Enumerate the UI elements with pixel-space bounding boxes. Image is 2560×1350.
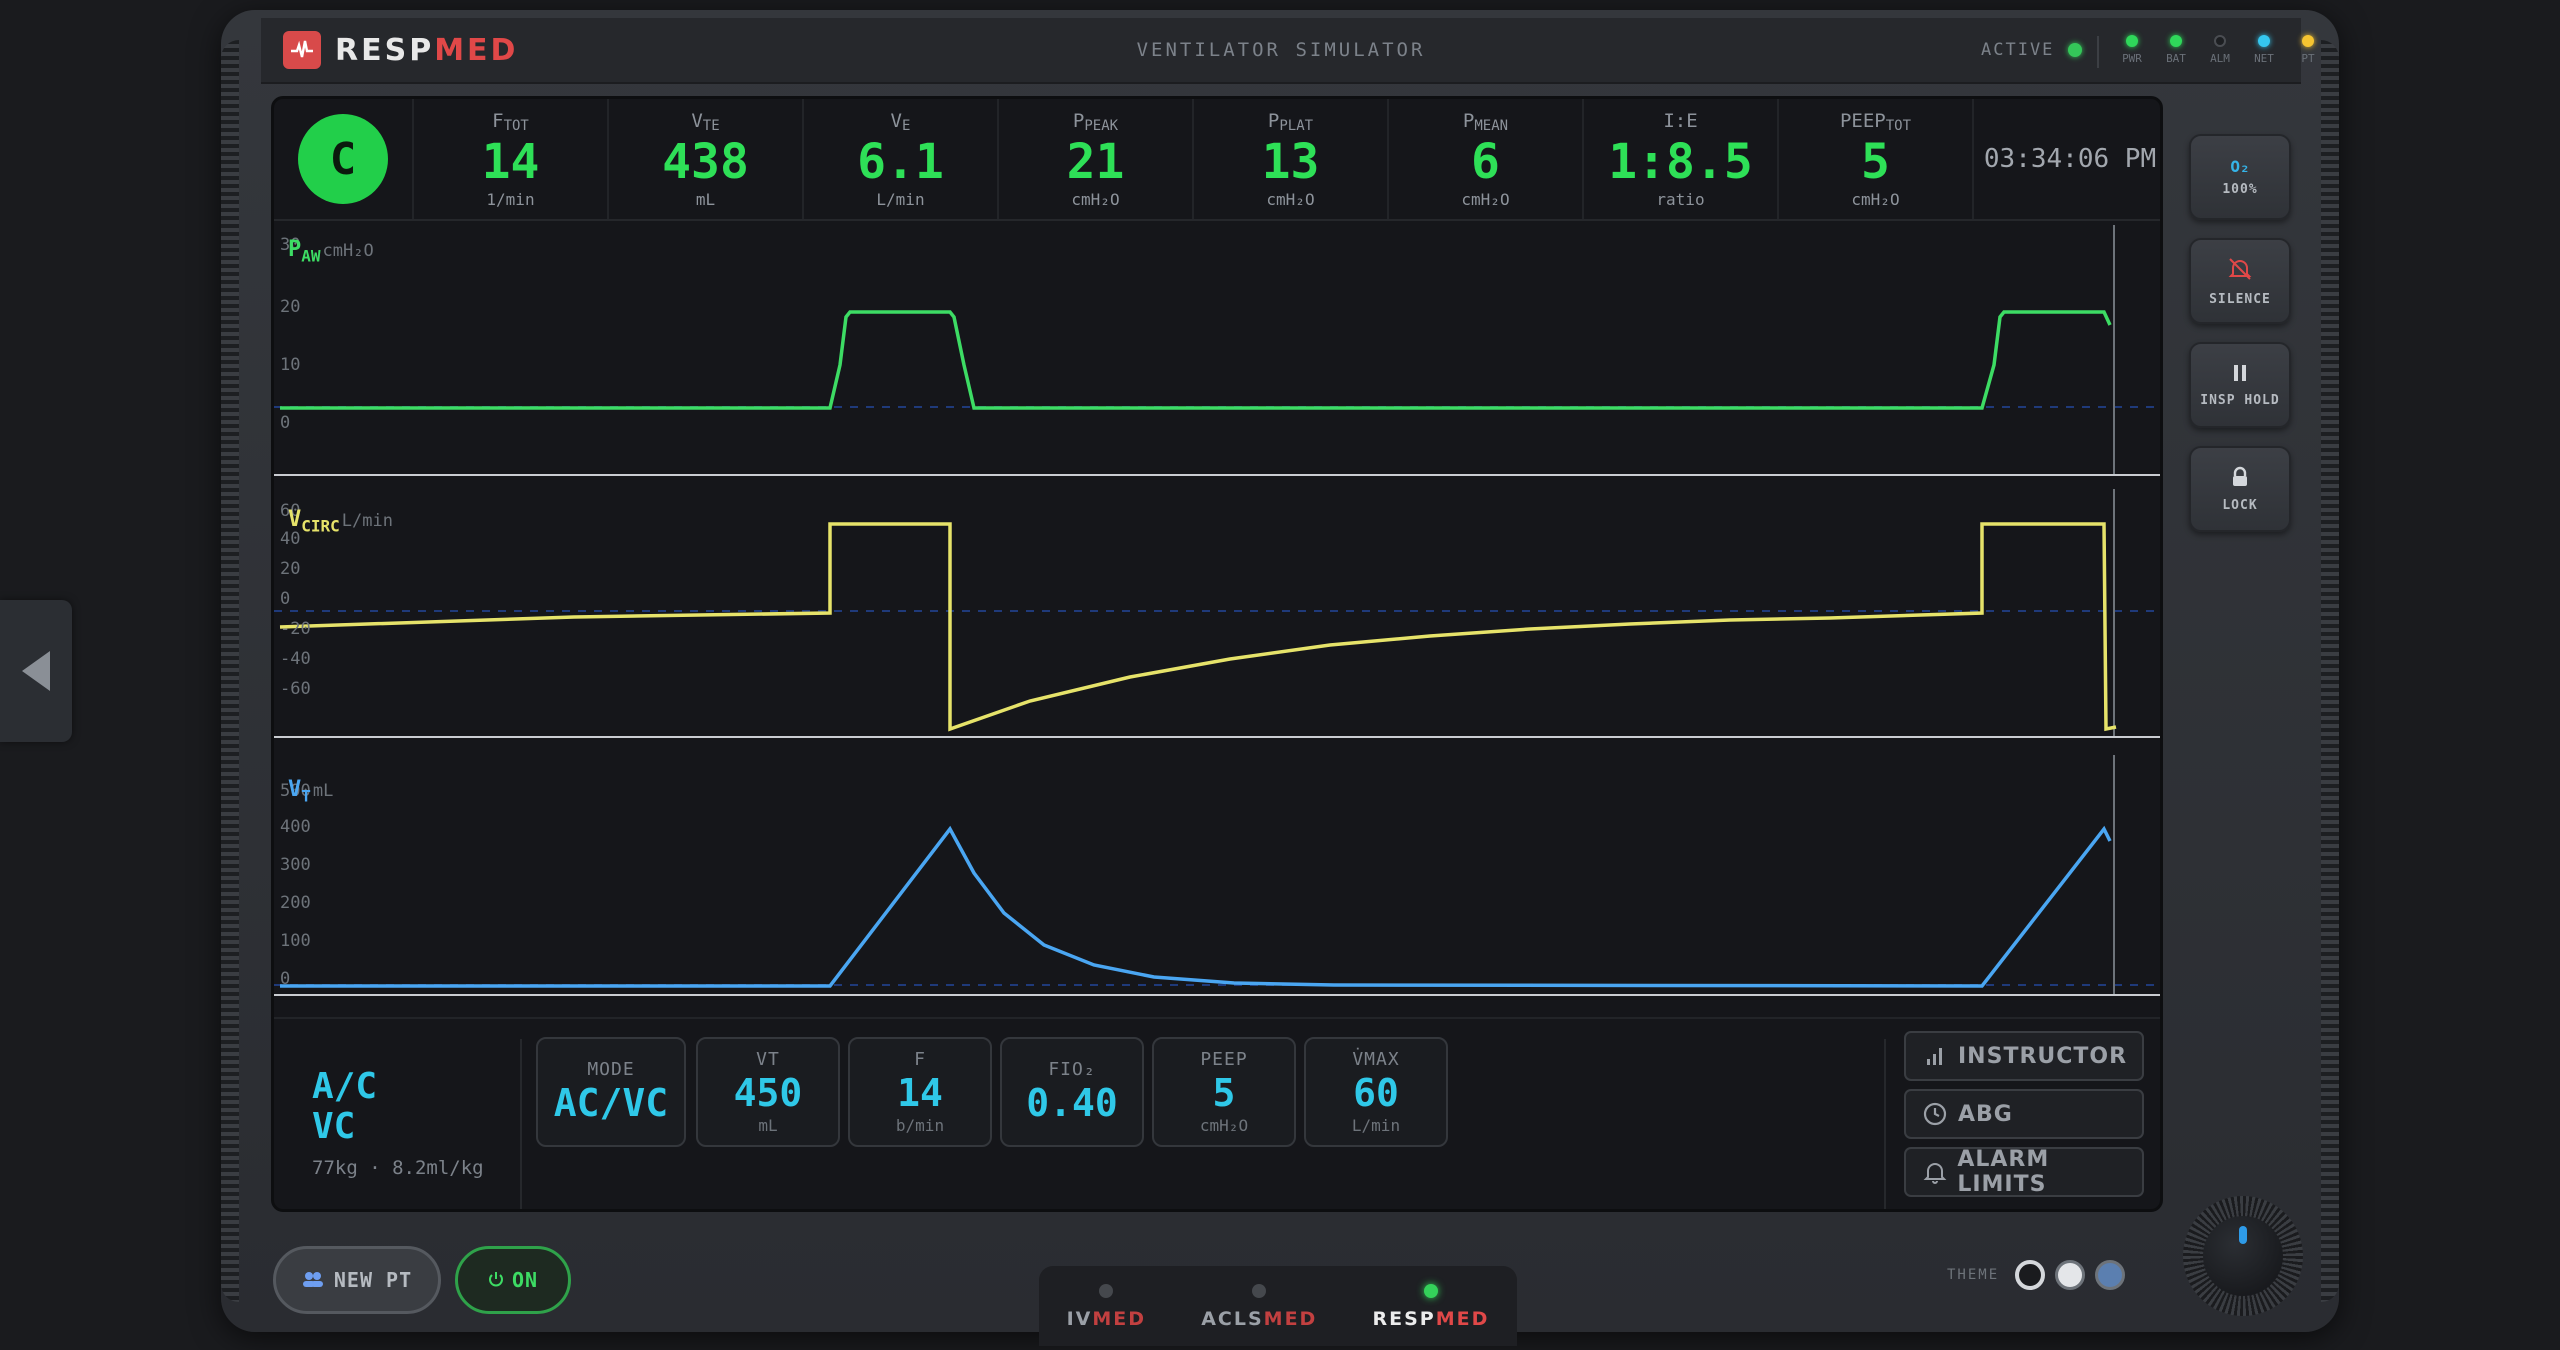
- theme-picker: THEME: [1947, 1260, 2135, 1290]
- metric-ftot: FTOT 14 1/min: [414, 99, 609, 219]
- volume-trace: [280, 825, 2112, 988]
- waveform-label: VCIRC L/min: [288, 507, 393, 536]
- led-alm: ALM: [2205, 35, 2235, 65]
- metric-peeptot: PEEPTOT 5 cmH₂O: [1779, 99, 1974, 219]
- tab-indicator: [1423, 1284, 1438, 1298]
- metric-value: 14: [481, 133, 540, 190]
- theme-blue-swatch[interactable]: [2095, 1260, 2126, 1290]
- volume-waveform: 500 400 300 200 100 0 VT mL: [274, 755, 2160, 1015]
- metric-value: 6: [1471, 133, 1500, 190]
- metric-ppeak: PPEAK 21 cmH₂O: [999, 99, 1194, 219]
- pause-icon: [2230, 363, 2250, 387]
- instructor-button[interactable]: INSTRUCTOR: [1904, 1031, 2144, 1081]
- metric-pmean: PMEAN 6 cmH₂O: [1389, 99, 1584, 219]
- setting-rate[interactable]: F 14 b/min: [848, 1037, 992, 1147]
- setting-vmax[interactable]: V̇MAX 60 L/min: [1304, 1037, 1448, 1147]
- o2-flush-button[interactable]: O₂ 100%: [2189, 134, 2291, 220]
- led-dot: [2214, 35, 2226, 47]
- metric-value: 13: [1261, 133, 1320, 190]
- silence-button[interactable]: SILENCE: [2189, 238, 2291, 324]
- metric-value: 21: [1066, 133, 1125, 190]
- knob-indicator: [2239, 1226, 2247, 1244]
- led-net: NET: [2249, 35, 2279, 65]
- waveform-label: PAW cmH₂O: [288, 237, 374, 266]
- setting-mode[interactable]: MODE AC/VC: [536, 1037, 686, 1147]
- metric-pplat: PPLAT 13 cmH₂O: [1194, 99, 1389, 219]
- led-group: PWR BAT ALM NET PT: [2117, 35, 2323, 65]
- led-pwr: PWR: [2117, 35, 2147, 65]
- pressure-plot: [274, 225, 2160, 476]
- clock: 03:34:06 PM: [1983, 144, 2157, 174]
- status-dot: [2068, 43, 2083, 57]
- led-dot: [2126, 35, 2138, 47]
- users-icon: [302, 1268, 324, 1292]
- clock-icon: [1922, 1101, 1948, 1127]
- metric-value: 438: [662, 133, 749, 190]
- bell-icon: [1922, 1159, 1947, 1185]
- status-indicator: ACTIVE: [1981, 40, 2083, 60]
- signal-bars-icon: [1922, 1043, 1948, 1069]
- bell-off-icon: [2227, 256, 2253, 286]
- current-mode: A/C VC 77kg · 8.2ml/kg: [312, 1066, 484, 1180]
- led-pt: PT: [2293, 35, 2323, 65]
- pressure-waveform: 30 20 10 0 PAW cmH₂O: [274, 225, 2160, 485]
- tab-indicator: [1099, 1284, 1114, 1298]
- insp-hold-button[interactable]: INSP HOLD: [2189, 342, 2291, 428]
- abg-button[interactable]: ABG: [1904, 1089, 2144, 1139]
- led-bat: BAT: [2161, 35, 2191, 65]
- flow-plot: [274, 489, 2160, 738]
- chevron-left-icon: [22, 651, 50, 691]
- setting-vt[interactable]: VT 450 mL: [696, 1037, 840, 1147]
- mode-badge-cell: C: [274, 99, 414, 219]
- volume-plot: [274, 755, 2160, 996]
- tab-respmed[interactable]: RESPMED: [1373, 1284, 1490, 1330]
- metric-value: 5: [1861, 133, 1890, 190]
- lock-icon: [2230, 466, 2250, 492]
- metric-ve: VE 6.1 L/min: [804, 99, 999, 219]
- theme-dark-swatch[interactable]: [2015, 1260, 2046, 1290]
- led-dot: [2302, 35, 2314, 47]
- ventilator-device: RESPMED VENTILATOR SIMULATOR ACTIVE PWR …: [221, 10, 2339, 1346]
- setting-fio2[interactable]: FIO₂ 0.40: [1000, 1037, 1144, 1147]
- pressure-trace: [280, 310, 2112, 410]
- metric-value: 1:8.5: [1608, 133, 1753, 190]
- metric-value: 6.1: [857, 133, 944, 190]
- tab-aclsmed[interactable]: ACLSMED: [1201, 1284, 1317, 1330]
- patient-info: 77kg · 8.2ml/kg: [312, 1157, 484, 1179]
- product-tabs: IVMED ACLSMED RESPMED: [1039, 1266, 1517, 1346]
- divider: [2097, 36, 2099, 68]
- power-icon: [488, 1268, 504, 1292]
- alarm-limits-button[interactable]: ALARM LIMITS: [1904, 1147, 2144, 1197]
- tab-indicator: [1252, 1284, 1267, 1298]
- led-dot: [2258, 35, 2270, 47]
- metrics-bar: C FTOT 14 1/min VTE 438 mL VE 6.1 L/min PPEAK 2…: [274, 99, 2160, 221]
- metric-vte: VTE 438 mL: [609, 99, 804, 219]
- side-panel-toggle[interactable]: [0, 600, 72, 742]
- waveform-label: VT mL: [288, 777, 334, 806]
- control-knob[interactable]: [2183, 1196, 2303, 1316]
- flow-waveform: 60 40 20 0 -20 -40 -60 VCIRC L/min: [274, 489, 2160, 749]
- right-grip: [2321, 40, 2339, 1302]
- lock-button[interactable]: LOCK: [2189, 446, 2291, 532]
- tab-ivmed[interactable]: IVMED: [1067, 1284, 1146, 1330]
- flow-trace: [279, 522, 2117, 732]
- mode-badge: C: [298, 114, 388, 204]
- setting-peep[interactable]: PEEP 5 cmH₂O: [1152, 1037, 1296, 1147]
- status-label: ACTIVE: [1981, 40, 2055, 60]
- left-grip: [221, 40, 239, 1302]
- monitor-screen: C FTOT 14 1/min VTE 438 mL VE 6.1 L/min PPEAK 2…: [271, 96, 2163, 1212]
- new-patient-button[interactable]: NEW PT: [273, 1246, 441, 1314]
- settings-panel: A/C VC 77kg · 8.2ml/kg MODE AC/VC VT 450 mL…: [274, 1017, 2160, 1209]
- theme-light-swatch[interactable]: [2055, 1260, 2086, 1290]
- power-on-button[interactable]: ON: [455, 1246, 571, 1314]
- top-bar: RESPMED VENTILATOR SIMULATOR ACTIVE PWR …: [261, 18, 2315, 84]
- metric-ie-ratio: I:E 1:8.5 ratio: [1584, 99, 1779, 219]
- led-dot: [2170, 35, 2182, 47]
